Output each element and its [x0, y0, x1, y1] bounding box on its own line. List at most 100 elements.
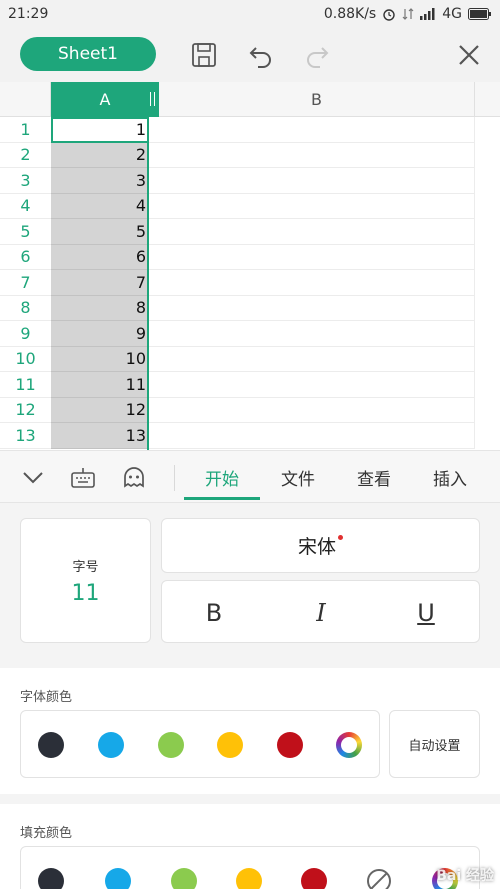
cell-b[interactable] [149, 346, 475, 372]
row-header[interactable]: 10 [0, 347, 51, 372]
cell-a[interactable]: 11 [51, 372, 148, 398]
cell-b[interactable] [149, 372, 475, 398]
fill-swatch-black[interactable] [38, 868, 64, 889]
color-swatch-yellow[interactable] [217, 732, 243, 758]
tab-separator [174, 465, 175, 491]
app-screen: 21:29 0.88K/s 4G Sheet1 A B 1 1 2 2 3 3 … [0, 0, 500, 889]
font-color-palette [20, 710, 380, 778]
row-header[interactable]: 9 [0, 321, 51, 347]
row-header[interactable]: 1 [0, 117, 51, 143]
row-header[interactable]: 2 [0, 143, 51, 168]
cell-b[interactable] [149, 423, 475, 449]
chevron-down-icon[interactable] [20, 465, 46, 491]
select-all-corner[interactable] [0, 82, 51, 117]
cell-b[interactable] [149, 193, 475, 219]
font-size-button[interactable]: 字号 11 [20, 518, 151, 643]
tab-view[interactable]: 查看 [344, 451, 404, 503]
cell-b[interactable] [149, 321, 475, 347]
cell-a[interactable]: 1 [51, 117, 148, 143]
cell-a[interactable]: 7 [51, 270, 148, 296]
color-picker-icon[interactable] [336, 732, 362, 758]
tab-file[interactable]: 文件 [268, 451, 328, 503]
status-indicators: 0.88K/s 4G [324, 6, 492, 22]
cell-a[interactable]: 13 [51, 423, 148, 449]
color-swatch-red[interactable] [277, 732, 303, 758]
row-header[interactable]: 6 [0, 245, 51, 270]
voice-assistant-icon[interactable] [121, 465, 147, 491]
cell-b[interactable] [149, 397, 475, 423]
watermark: Bai 经验 [436, 868, 494, 884]
ribbon-tabs: 开始 文件 查看 插入 [0, 450, 500, 503]
column-b-label: B [311, 89, 322, 109]
fill-swatch-blue[interactable] [105, 868, 131, 889]
redo-icon[interactable] [302, 40, 332, 70]
close-icon[interactable] [454, 40, 484, 70]
tab-home[interactable]: 开始 [184, 451, 260, 503]
cell-a[interactable]: 9 [51, 321, 148, 347]
fill-swatch-yellow[interactable] [236, 868, 262, 889]
auto-color-button[interactable]: 自动设置 [389, 710, 480, 778]
status-bar: 21:29 0.88K/s 4G [0, 0, 500, 28]
alarm-icon [383, 9, 395, 21]
table-row: 55 [0, 219, 500, 245]
underline-button[interactable]: U [386, 581, 466, 644]
cell-b[interactable] [149, 117, 475, 143]
cell-a[interactable]: 5 [51, 219, 148, 245]
cell-a[interactable]: 10 [51, 346, 148, 372]
color-swatch-black[interactable] [38, 732, 64, 758]
row-header[interactable]: 5 [0, 219, 51, 245]
column-resize-handle[interactable] [150, 92, 155, 106]
cell-a[interactable]: 2 [51, 142, 148, 168]
top-toolbar: Sheet1 [0, 28, 500, 82]
font-size-label: 字号 [72, 559, 99, 575]
table-row: 22 [0, 142, 500, 168]
bold-button[interactable]: B [174, 581, 254, 644]
cell-b[interactable] [149, 295, 475, 321]
cell-b[interactable] [149, 270, 475, 296]
sheet-tab-button[interactable]: Sheet1 [20, 37, 156, 71]
row-header[interactable]: 7 [0, 270, 51, 296]
no-fill-icon[interactable] [366, 868, 392, 889]
table-row: 12 12 [0, 397, 500, 423]
column-header-next[interactable] [475, 82, 500, 117]
table-row: 11 11 [0, 372, 500, 398]
column-header-a[interactable]: A [51, 82, 159, 117]
table-row: 77 [0, 270, 500, 296]
cell-b[interactable] [149, 219, 475, 245]
row-header[interactable]: 11 [0, 372, 51, 398]
network-speed: 0.88K/s [323, 6, 377, 22]
row-header[interactable]: 8 [0, 296, 51, 321]
column-a-label: A [99, 90, 111, 109]
undo-icon[interactable] [246, 40, 276, 70]
font-panel: 字号 11 宋体 B I U 字体颜色 自动设置 填充颜色 Bai 经验 [0, 503, 500, 889]
row-header[interactable]: 4 [0, 194, 51, 219]
color-swatch-green[interactable] [158, 732, 184, 758]
table-row: 33 [0, 168, 500, 194]
cell-b[interactable] [149, 168, 475, 194]
fill-swatch-green[interactable] [171, 868, 197, 889]
row-header[interactable]: 13 [0, 423, 51, 449]
font-family-button[interactable]: 宋体 [161, 518, 480, 573]
tab-insert[interactable]: 插入 [420, 451, 480, 503]
save-icon[interactable] [189, 40, 219, 70]
cell-a[interactable]: 3 [51, 168, 148, 194]
fill-swatch-red[interactable] [301, 868, 327, 889]
new-indicator-dot [338, 535, 343, 540]
cell-a[interactable]: 12 [51, 397, 148, 423]
color-swatch-blue[interactable] [98, 732, 124, 758]
table-row: 10 10 [0, 346, 500, 372]
row-header[interactable]: 3 [0, 168, 51, 194]
column-header-b[interactable]: B [159, 82, 475, 117]
table-row: 13 13 [0, 423, 500, 449]
cell-a[interactable]: 8 [51, 295, 148, 321]
italic-button[interactable]: I [281, 581, 361, 644]
font-size-value: 11 [71, 580, 100, 606]
cell-a[interactable]: 4 [51, 193, 148, 219]
table-row: 11 [0, 117, 500, 143]
cell-a[interactable]: 6 [51, 244, 148, 270]
spreadsheet-grid[interactable]: A B 1 1 2 2 3 3 4 4 5 5 6 6 7 7 8 8 9 9 10 10 11 11 12 12 13 13 [0, 82, 500, 450]
cell-b[interactable] [149, 142, 475, 168]
cell-b[interactable] [149, 244, 475, 270]
keyboard-icon[interactable] [70, 465, 96, 491]
row-header[interactable]: 12 [0, 398, 51, 423]
